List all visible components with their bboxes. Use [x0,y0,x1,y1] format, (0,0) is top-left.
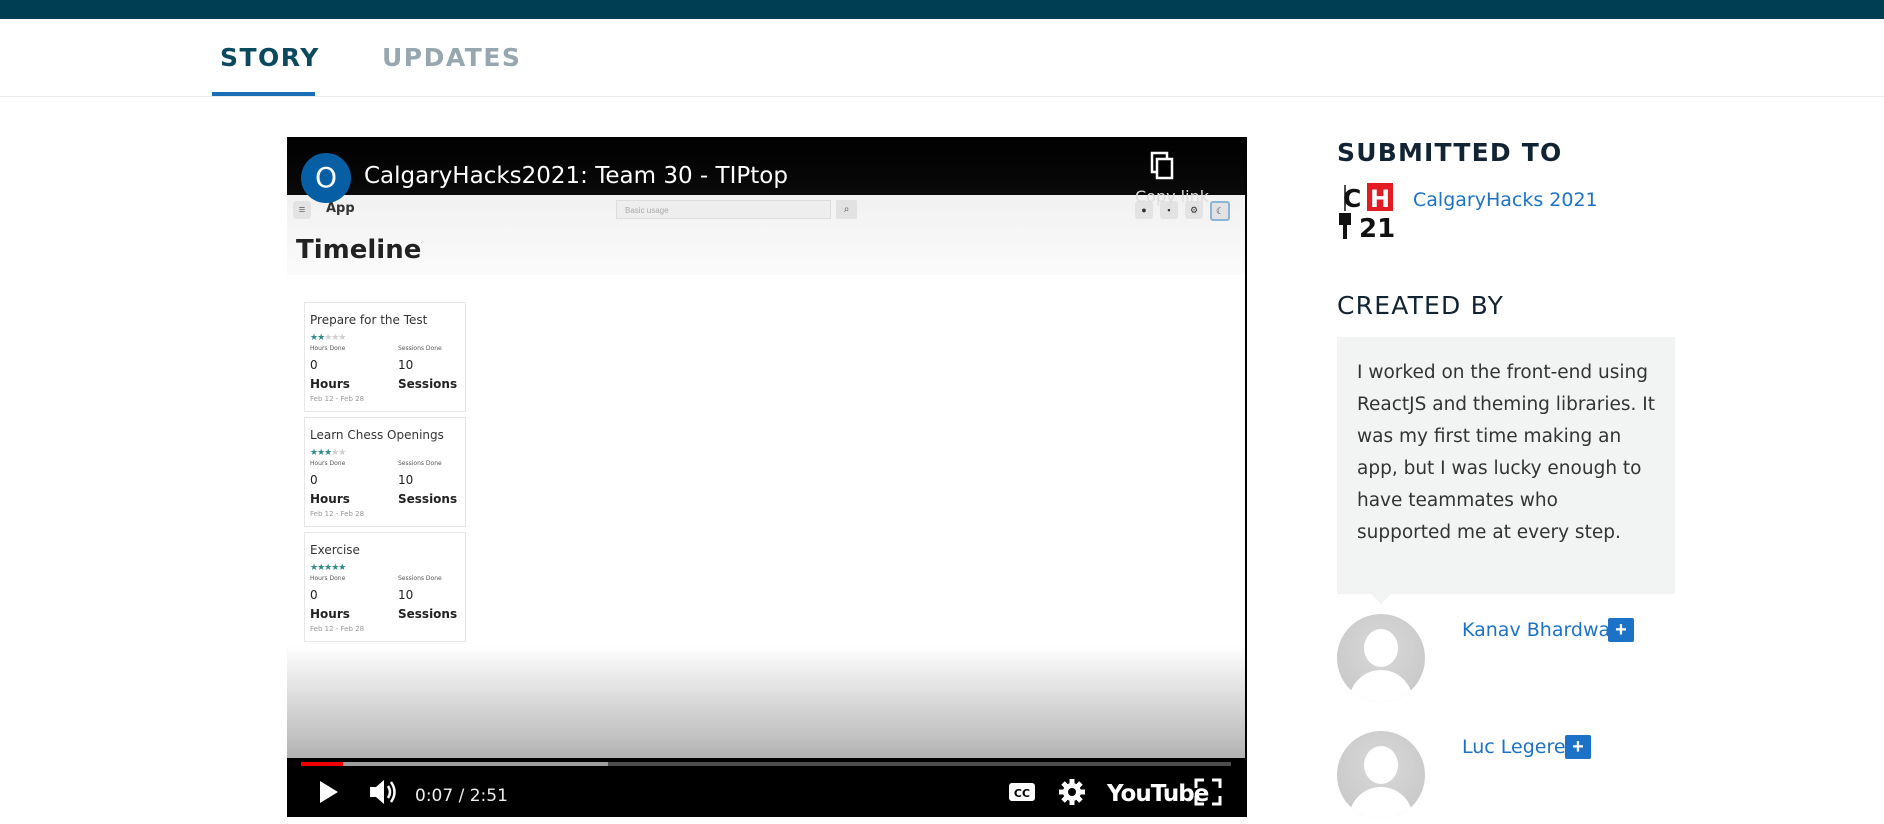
video-title[interactable]: CalgaryHacks2021: Team 30 - TIPtop [364,163,788,189]
member-name-link[interactable]: Kanav Bhardwaj [1462,619,1615,641]
preview-goal-card: Learn Chess Openings ★★★★★ Hours Done Se… [304,417,466,527]
hours-value: 0 [310,588,318,602]
volume-icon[interactable] [367,777,399,807]
date-range: Feb 12 - Feb 28 [310,395,365,403]
sessions-unit: Sessions [398,492,458,506]
play-icon[interactable] [313,777,343,807]
member-name-link[interactable]: Luc Legere [1462,736,1566,758]
hours-label: Hours Done [310,575,346,582]
card-title: Prepare for the Test [310,313,428,327]
hours-label: Hours Done [310,460,346,467]
hackathon-link[interactable]: CalgaryHacks 2021 [1413,189,1598,211]
hackathon-logo[interactable]: C H 21 [1337,181,1395,239]
member-avatar[interactable] [1337,614,1425,702]
submitted-to-heading: SUBMITTED TO [1337,138,1563,167]
site-top-bar [0,0,1884,19]
sessions-unit: Sessions [398,607,458,621]
time-display: 0:07 / 2:51 [415,786,508,806]
follow-button[interactable]: + [1608,618,1634,642]
sessions-label: Sessions Done [398,575,442,582]
preview-search-input: Basic usage [616,200,831,219]
bio-pointer [1371,594,1391,604]
buffered-progress [301,762,608,766]
video-player[interactable]: ≡ App Basic usage ⌕ ● ▪ ⚙ ☾ Timeline Pre… [287,137,1247,817]
video-progress-bar[interactable] [301,762,1231,766]
preview-goal-card: Prepare for the Test ★★★★★ Hours Done Se… [304,302,466,412]
sessions-label: Sessions Done [398,460,442,467]
tab-story[interactable]: STORY [220,43,320,72]
rating-stars-icon: ★★★★★ [310,563,346,573]
svg-text:C: C [1343,184,1361,213]
hours-unit: Hours [310,607,350,621]
card-title: Exercise [310,543,360,557]
hours-value: 0 [310,473,318,487]
user-placeholder-icon [1364,629,1398,667]
video-controls: 0:07 / 2:51 CC YouTube [287,767,1245,817]
sessions-unit: Sessions [398,377,458,391]
video-bottom-gradient [287,645,1245,758]
card-title: Learn Chess Openings [310,428,444,442]
preview-search-icon: ⌕ [836,200,857,219]
rating-stars-icon: ★★★★★ [310,333,346,343]
preview-app-toolbar: ≡ App Basic usage ⌕ ● ▪ ⚙ ☾ [287,195,1245,275]
fullscreen-icon[interactable] [1193,777,1223,807]
hours-unit: Hours [310,377,350,391]
preview-app-name: App [326,201,355,216]
created-by-heading: CREATED BY [1337,291,1505,320]
preview-goal-card: Exercise ★★★★★ Hours Done Sessions Done … [304,532,466,642]
hours-unit: Hours [310,492,350,506]
rating-stars-icon: ★★★★★ [310,448,346,458]
preview-menu-icon: ≡ [293,201,311,219]
svg-text:H: H [1370,185,1390,213]
channel-avatar[interactable]: O [301,153,351,203]
captions-icon[interactable]: CC [1007,777,1037,807]
copy-icon [1150,151,1174,180]
sessions-value: 10 [398,588,414,602]
active-tab-indicator [212,92,315,96]
member-avatar[interactable] [1337,731,1425,819]
settings-gear-icon[interactable] [1057,777,1087,807]
hours-value: 0 [310,358,318,372]
sessions-value: 10 [398,473,414,487]
sessions-value: 10 [398,358,414,372]
date-range: Feb 12 - Feb 28 [310,625,365,633]
sessions-label: Sessions Done [398,345,442,352]
tab-updates[interactable]: UPDATES [382,43,521,72]
video-frame[interactable]: ≡ App Basic usage ⌕ ● ▪ ⚙ ☾ Timeline Pre… [287,195,1245,758]
user-placeholder-icon [1364,746,1398,784]
hours-label: Hours Done [310,345,346,352]
follow-button[interactable]: + [1565,735,1591,759]
copy-link-button[interactable]: Copy link [1135,151,1227,211]
copy-link-label: Copy link [1135,187,1209,206]
svg-text:21: 21 [1359,214,1395,239]
played-progress [301,762,343,766]
date-range: Feb 12 - Feb 28 [310,510,365,518]
preview-page-title: Timeline [296,235,422,265]
svg-text:CC: CC [1014,787,1030,800]
member-bio: I worked on the front-end using ReactJS … [1337,337,1675,594]
project-tabs: STORY UPDATES [0,19,1884,97]
